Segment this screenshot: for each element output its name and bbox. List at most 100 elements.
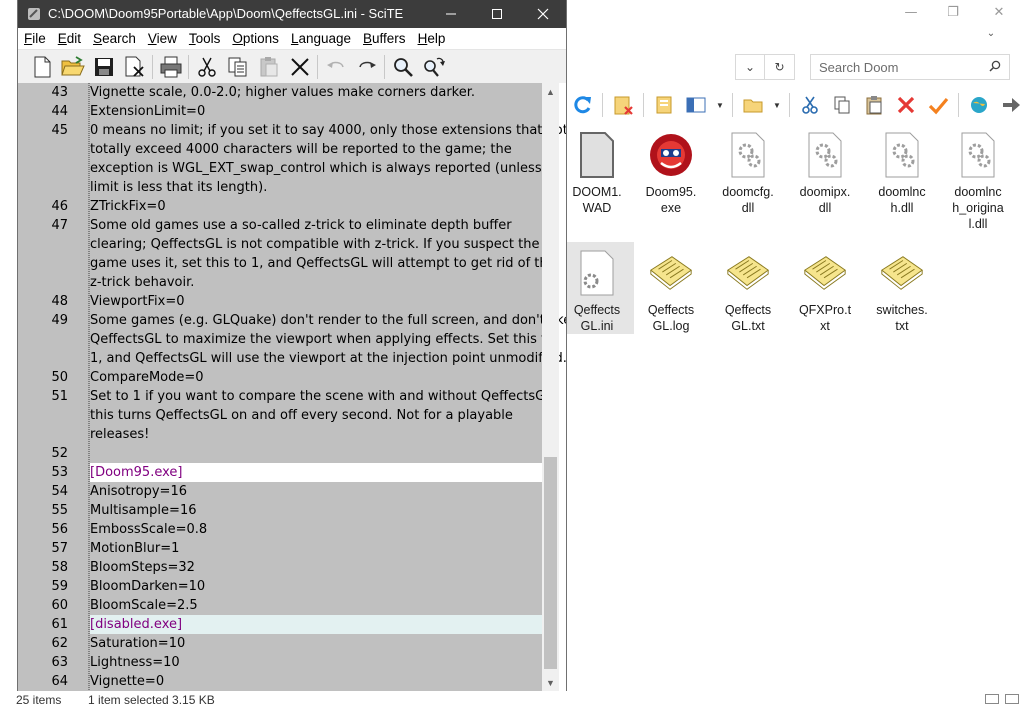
line-text: 1, and QeffectsGL will use the viewport …: [90, 349, 566, 368]
file-item[interactable]: switches. txt: [865, 242, 939, 334]
file-item[interactable]: QFXPro.t xt: [788, 242, 862, 334]
ini-comment: Vignette scale, 0.0-2.0; higher values m…: [90, 85, 476, 100]
code-line: 50 CompareMode=0: [18, 368, 542, 387]
large-icons-view-icon[interactable]: [1005, 694, 1019, 704]
scroll-up-icon[interactable]: ▲: [542, 83, 559, 100]
file-name: doomipx. dll: [799, 185, 851, 215]
line-text: Set to 1 if you want to compare the scen…: [90, 387, 557, 406]
menu-tools[interactable]: Tools: [183, 29, 227, 49]
cut-icon[interactable]: [796, 91, 824, 119]
ini-key: BloomDarken: [90, 579, 178, 594]
line-text: ExtensionLimit=0: [90, 102, 542, 121]
scrollbar-thumb[interactable]: [544, 457, 557, 669]
code-line: totally exceed 4000 characters will be r…: [18, 140, 542, 159]
toolbar-separator: [188, 55, 189, 79]
checkmark-icon[interactable]: [924, 91, 952, 119]
toolbar-separator: [317, 55, 318, 79]
code-line: 61 [disabled.exe]: [18, 615, 542, 634]
preview-dropdown-icon[interactable]: ▼: [714, 91, 726, 119]
ribbon-expand-icon[interactable]: ⌄: [983, 26, 999, 40]
menu-file[interactable]: File: [18, 29, 52, 49]
close-button[interactable]: [520, 0, 566, 28]
file-item[interactable]: doomlnc h.dll: [865, 124, 939, 216]
vertical-scrollbar[interactable]: ▲ ▼: [542, 83, 559, 691]
globe-icon[interactable]: [965, 91, 993, 119]
file-item[interactable]: doomlnc h_origina l.dll: [941, 124, 1015, 232]
menu-edit[interactable]: Edit: [52, 29, 87, 49]
minimize-button[interactable]: [428, 0, 474, 28]
toolbar-separator: [602, 93, 603, 117]
file-item[interactable]: Doom95. exe: [634, 124, 708, 216]
explorer-status-bar: 25 items 1 item selected 3.15 KB: [0, 690, 1025, 704]
new-folder-icon[interactable]: [739, 91, 767, 119]
delete-icon[interactable]: [892, 91, 920, 119]
details-view-icon[interactable]: [985, 694, 999, 704]
line-text: totally exceed 4000 characters will be r…: [90, 140, 542, 159]
code-line: 55 Multisample=16: [18, 501, 542, 520]
paste-icon[interactable]: [253, 53, 284, 81]
new-icon[interactable]: [26, 53, 57, 81]
redo-icon[interactable]: [351, 53, 382, 81]
close-file-icon[interactable]: [119, 53, 150, 81]
delete-folder-icon[interactable]: [609, 91, 637, 119]
code-line: game uses it, set this to 1, and Qeffect…: [18, 254, 556, 273]
cut-icon[interactable]: [191, 53, 222, 81]
line-number: 61: [51, 617, 68, 632]
menu-accelerator: O: [232, 30, 243, 46]
file-item[interactable]: Qeffects GL.txt: [711, 242, 785, 334]
ini-equals: =: [175, 522, 187, 537]
line-number: 48: [51, 294, 68, 309]
line-number: 51: [51, 389, 68, 404]
replace-icon[interactable]: [418, 53, 449, 81]
address-dropdown-button[interactable]: ⌄: [735, 54, 765, 80]
ini-equals: =: [146, 199, 158, 214]
scroll-down-icon[interactable]: ▼: [542, 674, 559, 691]
notepad-file-icon: [647, 246, 695, 300]
file-item[interactable]: doomcfg. dll: [711, 124, 785, 216]
menu-search[interactable]: Search: [87, 29, 142, 49]
explorer-minimize-button[interactable]: —: [888, 0, 934, 24]
code-line: 60 BloomScale=2.5: [18, 596, 542, 615]
explorer-close-button[interactable]: ✕: [976, 0, 1022, 24]
copy-icon[interactable]: [828, 91, 856, 119]
ini-equals: =: [152, 655, 164, 670]
file-item[interactable]: DOOM1. WAD: [560, 124, 634, 216]
refresh-button[interactable]: ↻: [765, 54, 795, 80]
file-item[interactable]: doomipx. dll: [788, 124, 862, 216]
paste-icon[interactable]: [860, 91, 888, 119]
maximize-button[interactable]: [474, 0, 520, 28]
code-line: 52: [18, 444, 542, 463]
menu-language[interactable]: Language: [285, 29, 357, 49]
code-line: 64 Vignette=0: [18, 672, 542, 691]
menu-options[interactable]: Options: [226, 29, 285, 49]
preview-pane-icon[interactable]: [682, 91, 710, 119]
menu-help[interactable]: Help: [412, 29, 452, 49]
refresh-icon[interactable]: [568, 91, 596, 119]
line-text: BloomDarken=10: [90, 577, 542, 596]
line-text: BloomSteps=32: [90, 558, 542, 577]
forward-arrow-icon[interactable]: [997, 91, 1025, 119]
save-icon[interactable]: [88, 53, 119, 81]
code-line: 44 ExtensionLimit=0: [18, 102, 542, 121]
new-item-dropdown-icon[interactable]: ▼: [771, 91, 783, 119]
file-item[interactable]: Qeffects GL.ini: [560, 242, 634, 334]
delete-icon[interactable]: [284, 53, 315, 81]
find-icon[interactable]: [387, 53, 418, 81]
gear-file-icon: [724, 128, 772, 182]
menu-buffers[interactable]: Buffers: [357, 29, 412, 49]
code-editor[interactable]: 43 Vignette scale, 0.0-2.0; higher values…: [18, 83, 566, 691]
ini-key: ExtensionLimit: [90, 104, 187, 119]
status-item-count: 25 items: [16, 693, 62, 704]
search-input[interactable]: Search Doom: [810, 54, 1010, 80]
print-icon[interactable]: [155, 53, 186, 81]
open-icon[interactable]: [57, 53, 88, 81]
file-item[interactable]: Qeffects GL.log: [634, 242, 708, 334]
menu-view[interactable]: View: [142, 29, 183, 49]
explorer-maximize-button[interactable]: ❐: [930, 0, 976, 24]
properties-icon[interactable]: [650, 91, 678, 119]
ini-equals: =: [177, 579, 189, 594]
copy-icon[interactable]: [222, 53, 253, 81]
line-text: [disabled.exe]: [90, 615, 542, 634]
line-text: Anisotropy=16: [90, 482, 542, 501]
undo-icon[interactable]: [320, 53, 351, 81]
